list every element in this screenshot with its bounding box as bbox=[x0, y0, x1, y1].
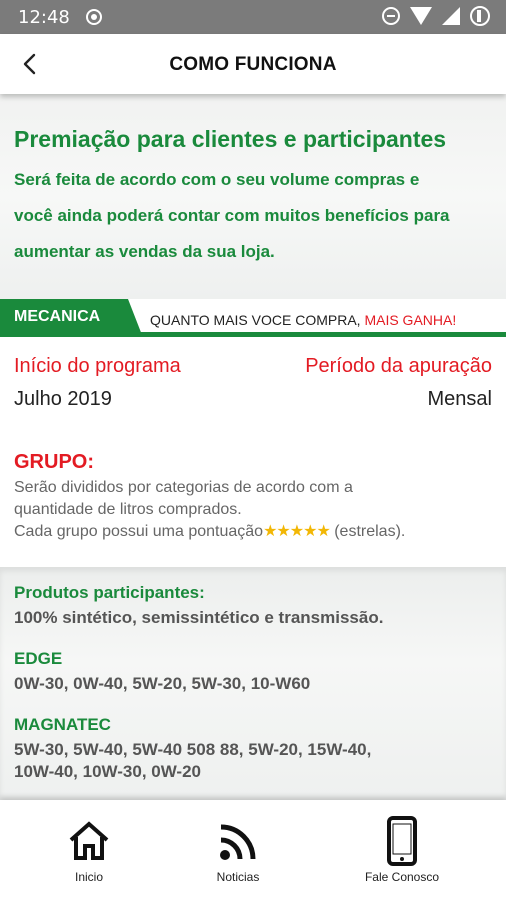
signal-icon bbox=[442, 7, 460, 25]
intro-text-line: você ainda poderá contar com muitos bene… bbox=[14, 206, 450, 225]
grupo-section: GRUPO: Serão divididos por categorias de… bbox=[0, 409, 506, 567]
grupo-line: quantidade de litros comprados. bbox=[14, 501, 242, 518]
battery-icon bbox=[470, 6, 490, 26]
program-info: Início do programa Período da apuração J… bbox=[0, 337, 506, 410]
grupo-line: Serão divididos por categorias de acordo… bbox=[14, 479, 353, 496]
status-bar: 12:48 bbox=[0, 0, 506, 34]
produtos-section: Produtos participantes: 100% sintético, … bbox=[0, 567, 506, 800]
bottom-nav: Inicio Noticias Fale Conosco bbox=[0, 800, 506, 900]
magnatec-items: 5W-30, 5W-40, 5W-40 508 88, 5W-20, 15W-4… bbox=[14, 739, 492, 783]
grupo-line-text: Cada grupo possui uma pontuação bbox=[14, 523, 264, 540]
grupo-title: GRUPO: bbox=[14, 451, 94, 473]
mecanica-banner: MECANICA QUANTO MAIS VOCE COMPRA, MAIS G… bbox=[0, 299, 506, 337]
nav-label-inicio: Inicio bbox=[74, 870, 103, 884]
status-time: 12:48 bbox=[18, 7, 70, 28]
produtos-heading: Produtos participantes: bbox=[14, 583, 205, 602]
smartphone-icon bbox=[387, 816, 417, 866]
intro-section: Premiação para clientes e participantes … bbox=[0, 94, 506, 299]
mecanica-slogan: QUANTO MAIS VOCE COMPRA, MAIS GANHA! bbox=[150, 312, 456, 328]
edge-items: 0W-30, 0W-40, 5W-20, 5W-30, 10-W60 bbox=[14, 674, 311, 693]
grupo-description: Serão divididos por categorias de acordo… bbox=[14, 477, 492, 543]
program-start-value: Julho 2019 bbox=[14, 388, 112, 410]
magnatec-title: MAGNATEC bbox=[14, 715, 111, 734]
grupo-line-suffix: (estrelas). bbox=[329, 523, 406, 540]
program-start-label: Início do programa bbox=[14, 355, 181, 377]
nav-label-noticias: Noticias bbox=[216, 870, 260, 884]
page-title: COMO FUNCIONA bbox=[169, 54, 337, 75]
mecanica-tag: MECANICA bbox=[0, 299, 142, 335]
slogan-highlight: MAIS GANHA! bbox=[364, 312, 457, 328]
app-bar: COMO FUNCIONA bbox=[0, 34, 506, 94]
star-rating-icon: ★★★★★ bbox=[263, 523, 331, 540]
nav-item-noticias[interactable]: Noticias bbox=[168, 800, 308, 900]
do-not-disturb-icon bbox=[382, 7, 400, 25]
nav-label-fale-conosco: Fale Conosco bbox=[364, 870, 440, 884]
status-icons bbox=[382, 6, 490, 26]
magnatec-line: 10W-40, 10W-30, 0W-20 bbox=[14, 762, 201, 781]
intro-text-line: Será feita de acordo com o seu volume co… bbox=[14, 170, 420, 189]
intro-text: Será feita de acordo com o seu volume co… bbox=[14, 162, 492, 270]
program-period-label: Período da apuração bbox=[305, 355, 492, 377]
intro-text-line: aumentar as vendas da sua loja. bbox=[14, 242, 275, 261]
magnatec-line: 5W-30, 5W-40, 5W-40 508 88, 5W-20, 15W-4… bbox=[14, 740, 372, 759]
produtos-text: 100% sintético, semissintético e transmi… bbox=[14, 608, 384, 627]
notification-dot-icon bbox=[86, 9, 102, 25]
slogan-text: QUANTO MAIS VOCE COMPRA, bbox=[150, 312, 361, 328]
wifi-icon bbox=[410, 7, 432, 25]
rss-icon bbox=[220, 824, 256, 860]
nav-item-fale-conosco[interactable]: Fale Conosco bbox=[332, 800, 472, 900]
intro-title: Premiação para clientes e participantes bbox=[14, 126, 447, 152]
program-period-value: Mensal bbox=[427, 388, 492, 410]
content-scroll[interactable]: Premiação para clientes e participantes … bbox=[0, 94, 506, 800]
edge-title: EDGE bbox=[14, 649, 63, 668]
home-icon bbox=[69, 821, 109, 860]
grupo-line: Cada grupo possui uma pontuação★★★★★ (es… bbox=[14, 521, 492, 543]
nav-item-inicio[interactable]: Inicio bbox=[19, 800, 159, 900]
